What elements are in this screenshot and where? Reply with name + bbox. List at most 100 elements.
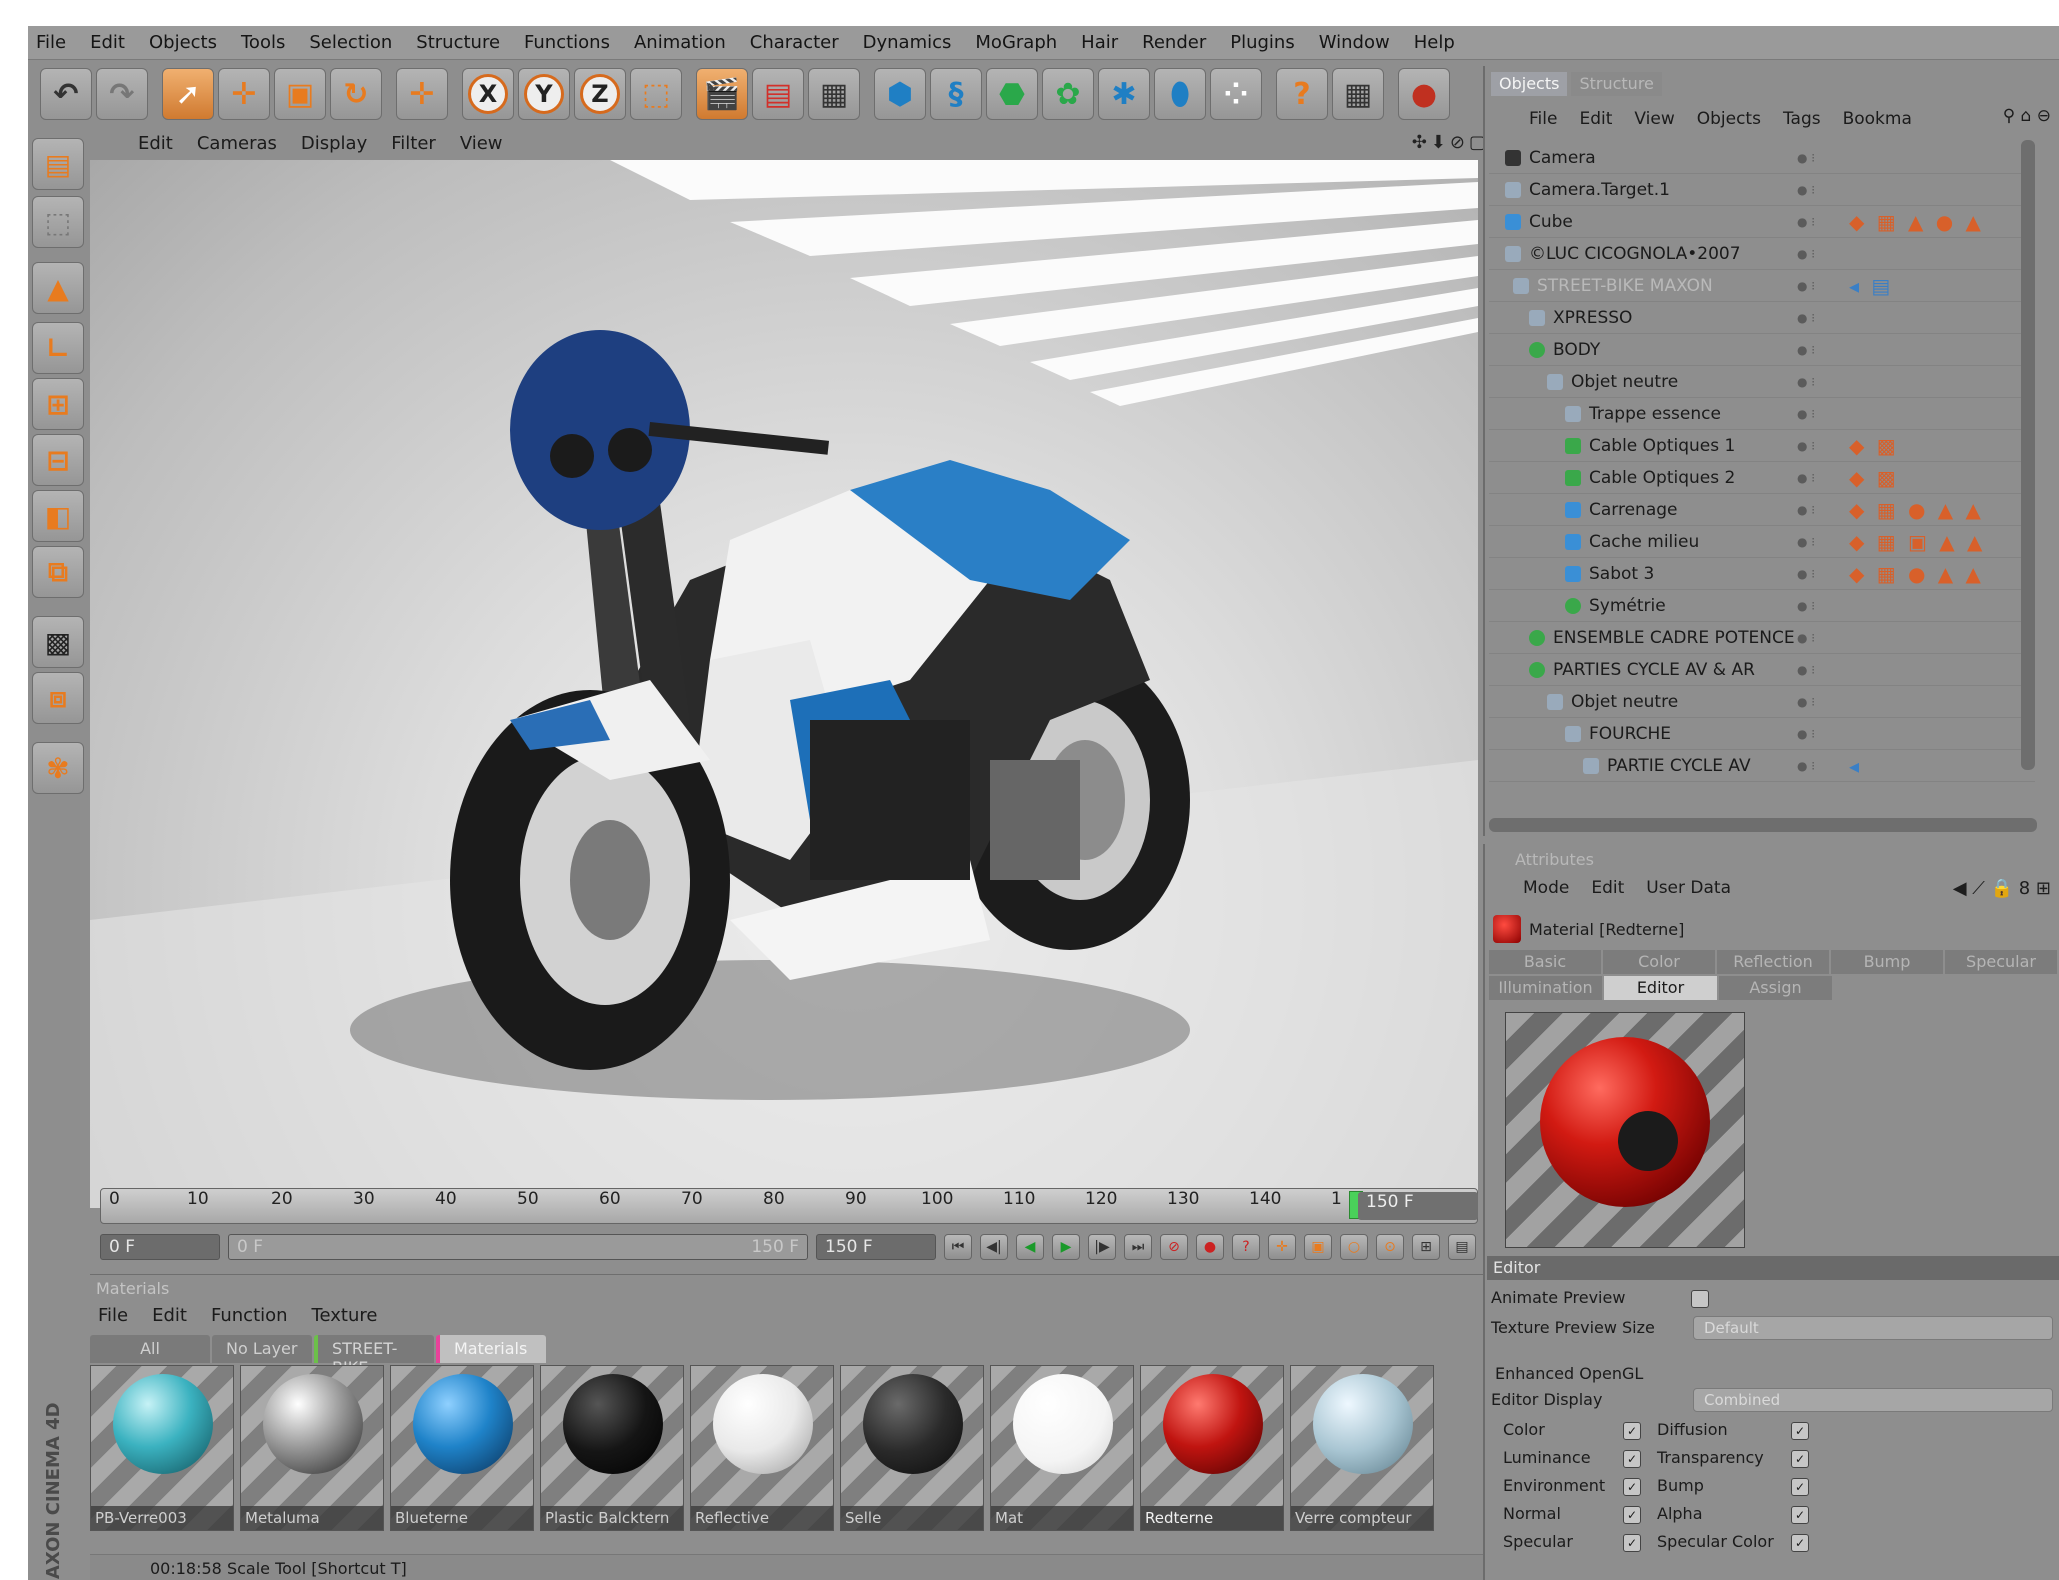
tab-street-bike[interactable]: STREET-BIKE bbox=[314, 1335, 434, 1377]
undo-icon[interactable]: ↶ bbox=[40, 68, 92, 120]
object-row[interactable]: Cube ● ⁝ ◆ ▦ ▲ ● ▲ bbox=[1489, 206, 2035, 238]
workplane-icon[interactable]: ⧈ bbox=[32, 672, 84, 724]
recent-tool-icon[interactable]: ✛ bbox=[396, 68, 448, 120]
menu-help[interactable]: Help bbox=[1414, 32, 1455, 53]
menu-animation[interactable]: Animation bbox=[634, 32, 726, 53]
visibility-dots[interactable]: ● ⁝ bbox=[1797, 279, 1815, 293]
material-menu-file[interactable]: File bbox=[98, 1305, 128, 1326]
object-row[interactable]: ENSEMBLE CADRE POTENCE ● ⁝ bbox=[1489, 622, 2035, 654]
viewport-menu-edit[interactable]: Edit bbox=[138, 133, 173, 154]
visibility-dots[interactable]: ● ⁝ bbox=[1797, 599, 1815, 613]
object-menu-view[interactable]: View bbox=[1634, 109, 1674, 129]
visibility-dots[interactable]: ● ⁝ bbox=[1797, 311, 1815, 325]
luminance-checkbox[interactable]: ✓ bbox=[1623, 1449, 1641, 1468]
render-view-icon[interactable]: 🎬 bbox=[696, 68, 748, 120]
object-tags[interactable]: ◆ ▩ bbox=[1849, 466, 1899, 490]
material-swatch[interactable]: Metaluma bbox=[240, 1365, 384, 1531]
visibility-dots[interactable]: ● ⁝ bbox=[1797, 151, 1815, 165]
tab-editor[interactable]: Editor bbox=[1604, 976, 1717, 1000]
x-axis-lock-icon[interactable]: X bbox=[462, 68, 514, 120]
tab-illumination[interactable]: Illumination bbox=[1489, 976, 1602, 1000]
timeline-ruler[interactable]: 0 10 20 30 40 50 60 70 80 90 100 110 120… bbox=[100, 1188, 1478, 1224]
editor-display-dropdown[interactable]: Combined bbox=[1693, 1388, 2053, 1412]
object-tags[interactable]: ◆ ▩ bbox=[1849, 434, 1899, 458]
step-back-icon[interactable]: ◀| bbox=[980, 1234, 1008, 1260]
pla-key-icon[interactable]: ⊞ bbox=[1412, 1234, 1440, 1260]
cube-object-icon[interactable]: ⬢ bbox=[874, 68, 926, 120]
help-cursor-icon[interactable]: ? bbox=[1276, 68, 1328, 120]
particle-icon[interactable]: ⁘ bbox=[1210, 68, 1262, 120]
object-menu-objects[interactable]: Objects bbox=[1697, 109, 1761, 129]
menu-plugins[interactable]: Plugins bbox=[1230, 32, 1294, 53]
material-menu-function[interactable]: Function bbox=[211, 1305, 288, 1326]
material-preview[interactable] bbox=[1505, 1012, 1745, 1248]
visibility-dots[interactable]: ● ⁝ bbox=[1797, 727, 1815, 741]
visibility-dots[interactable]: ● ⁝ bbox=[1797, 247, 1815, 261]
3d-viewport[interactable] bbox=[90, 160, 1478, 1208]
render-settings-icon[interactable]: ▦ bbox=[808, 68, 860, 120]
tab-reflection[interactable]: Reflection bbox=[1717, 950, 1829, 974]
object-list-scrollbar[interactable] bbox=[2021, 140, 2035, 770]
tab-specular[interactable]: Specular bbox=[1945, 950, 2057, 974]
step-forward-icon[interactable]: |▶ bbox=[1088, 1234, 1116, 1260]
object-tags[interactable]: ◂ bbox=[1849, 754, 1862, 778]
move-tool-icon[interactable]: ✛ bbox=[218, 68, 270, 120]
visibility-dots[interactable]: ● ⁝ bbox=[1797, 567, 1815, 581]
tab-color[interactable]: Color bbox=[1603, 950, 1715, 974]
tab-objects[interactable]: Objects bbox=[1491, 72, 1568, 96]
material-swatch[interactable]: PB-Verre003 bbox=[90, 1365, 234, 1531]
checker-icon[interactable]: ▩ bbox=[32, 616, 84, 668]
coordinate-system-icon[interactable]: ⬚ bbox=[630, 68, 682, 120]
tab-basic[interactable]: Basic bbox=[1489, 950, 1601, 974]
live-selection-icon[interactable]: ➚ bbox=[162, 68, 214, 120]
specular-checkbox[interactable]: ✓ bbox=[1623, 1533, 1641, 1552]
object-tags[interactable]: ◆ ▦ ● ▲ ▲ bbox=[1849, 562, 1984, 586]
menu-dynamics[interactable]: Dynamics bbox=[863, 32, 952, 53]
material-swatch[interactable]: Plastic Balcktern bbox=[540, 1365, 684, 1531]
object-row[interactable]: Symétrie ● ⁝ bbox=[1489, 590, 2035, 622]
tab-bump[interactable]: Bump bbox=[1831, 950, 1943, 974]
material-menu-edit[interactable]: Edit bbox=[152, 1305, 187, 1326]
go-to-end-icon[interactable]: ⏭ bbox=[1124, 1234, 1152, 1260]
spline-icon[interactable]: § bbox=[930, 68, 982, 120]
rotation-key-icon[interactable]: ○ bbox=[1340, 1234, 1368, 1260]
array-icon[interactable]: ✿ bbox=[1042, 68, 1094, 120]
object-menu-file[interactable]: File bbox=[1529, 109, 1557, 129]
object-tags[interactable]: ◆ ▦ ● ▲ ▲ bbox=[1849, 498, 1984, 522]
record-icon[interactable]: ⊘ bbox=[1160, 1234, 1188, 1260]
object-row[interactable]: BODY ● ⁝ bbox=[1489, 334, 2035, 366]
menu-selection[interactable]: Selection bbox=[309, 32, 392, 53]
visibility-dots[interactable]: ● ⁝ bbox=[1797, 759, 1815, 773]
redo-icon[interactable]: ↷ bbox=[96, 68, 148, 120]
texture-mode-icon[interactable]: ⬚ bbox=[32, 196, 84, 248]
play-backward-icon[interactable]: ◀ bbox=[1016, 1234, 1044, 1260]
menu-functions[interactable]: Functions bbox=[524, 32, 610, 53]
object-row[interactable]: Camera ● ⁝ bbox=[1489, 142, 2035, 174]
scale-tool-icon[interactable]: ▣ bbox=[274, 68, 326, 120]
viewport-menu-display[interactable]: Display bbox=[301, 133, 367, 154]
object-row[interactable]: Cable Optiques 1 ● ⁝ ◆ ▩ bbox=[1489, 430, 2035, 462]
object-row[interactable]: STREET-BIKE MAXON ● ⁝ ◂ ▤ bbox=[1489, 270, 2035, 302]
parameter-key-icon[interactable]: ⊙ bbox=[1376, 1234, 1404, 1260]
menu-objects[interactable]: Objects bbox=[149, 32, 217, 53]
material-swatch[interactable]: Mat bbox=[990, 1365, 1134, 1531]
viewport-menu-view[interactable]: View bbox=[460, 133, 503, 154]
object-menu-tags[interactable]: Tags bbox=[1783, 109, 1821, 129]
viewport-menu-filter[interactable]: Filter bbox=[391, 133, 436, 154]
animate-preview-checkbox[interactable] bbox=[1690, 1289, 1709, 1308]
material-swatch[interactable]: Verre compteur bbox=[1290, 1365, 1434, 1531]
visibility-dots[interactable]: ● ⁝ bbox=[1797, 663, 1815, 677]
object-tags[interactable]: ◆ ▦ ▲ ● ▲ bbox=[1849, 210, 1984, 234]
viewport-layout-icon[interactable]: ▤ bbox=[32, 138, 84, 190]
menu-mograph[interactable]: MoGraph bbox=[975, 32, 1057, 53]
rotate-tool-icon[interactable]: ↻ bbox=[330, 68, 382, 120]
object-tags[interactable]: ◂ ▤ bbox=[1849, 274, 1893, 298]
object-tags[interactable]: ◆ ▦ ▣ ▲ ▲ bbox=[1849, 530, 1985, 554]
points-mode-icon[interactable]: ⊞ bbox=[32, 378, 84, 430]
visibility-dots[interactable]: ● ⁝ bbox=[1797, 535, 1815, 549]
object-row[interactable]: Objet neutre ● ⁝ bbox=[1489, 366, 2035, 398]
deformer-icon[interactable]: ✱ bbox=[1098, 68, 1150, 120]
scene-object-icon[interactable]: ⬮ bbox=[1154, 68, 1206, 120]
axis-mode-icon[interactable]: ∟ bbox=[32, 322, 84, 374]
object-row[interactable]: Cache milieu ● ⁝ ◆ ▦ ▣ ▲ ▲ bbox=[1489, 526, 2035, 558]
